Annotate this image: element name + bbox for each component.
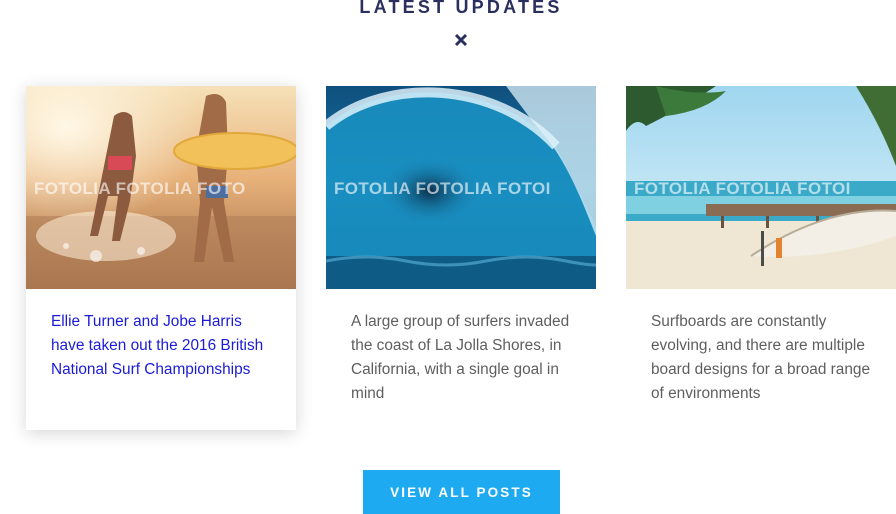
post-image-surfers[interactable]: FOTOLIA FOTOLIA FOTO — [26, 86, 296, 289]
section-title: LATEST UPDATES — [359, 0, 563, 17]
post-link-1[interactable]: Ellie Turner and Jobe Harris have taken … — [51, 310, 273, 382]
post-link-2[interactable]: A large group of surfers invaded the coa… — [351, 310, 573, 406]
post-card-1[interactable]: FOTOLIA FOTOLIA FOTO Ellie Turner and Jo… — [26, 86, 296, 430]
watermark: FOTOLIA FOTOLIA FOTOI — [334, 179, 551, 198]
watermark: FOTOLIA FOTOLIA FOTOI — [634, 179, 851, 198]
post-image-wave[interactable]: FOTOLIA FOTOLIA FOTOI — [326, 86, 596, 289]
post-link-3[interactable]: Surfboards are constantly evolving, and … — [651, 310, 873, 406]
view-all-posts-button[interactable]: VIEW ALL POSTS — [363, 470, 560, 514]
watermark: FOTOLIA FOTOLIA FOTO — [34, 179, 246, 198]
close-icon[interactable] — [453, 32, 469, 48]
post-card-3[interactable]: FOTOLIA FOTOLIA FOTOI Surfboards are con… — [626, 86, 896, 430]
post-image-beach-surfboard[interactable]: FOTOLIA FOTOLIA FOTOI — [626, 86, 896, 289]
post-card-2[interactable]: FOTOLIA FOTOLIA FOTOI A large group of s… — [326, 86, 596, 430]
